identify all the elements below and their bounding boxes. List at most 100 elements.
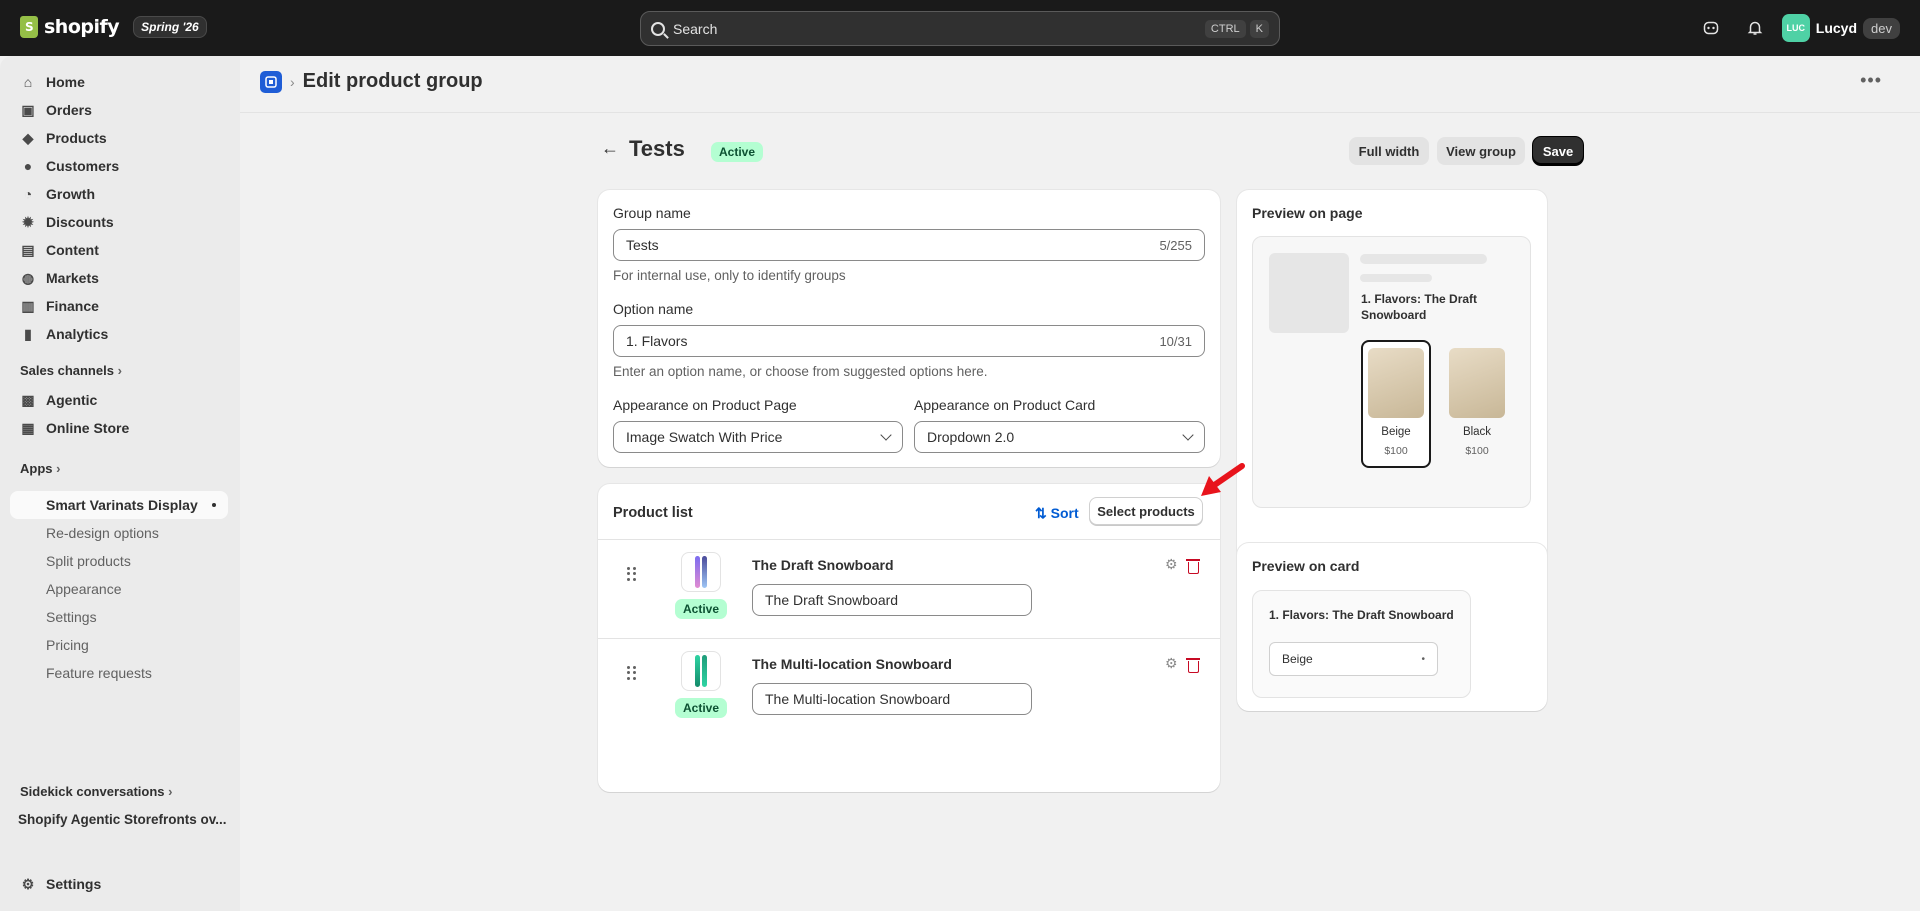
top-bar: shopify Spring '26 Search CTRL K LUC Luc… <box>0 0 1920 56</box>
row-divider <box>598 539 1220 540</box>
gear-icon[interactable]: ⚙ <box>1165 655 1178 672</box>
option-name-help: Enter an option name, or choose from sug… <box>613 364 988 379</box>
sidebar-item-finance[interactable]: ▥ Finance <box>10 292 228 320</box>
sidebar: ⌂ Home ▣ Orders ◆ Products ● Customers ◔ Grow… <box>0 56 240 911</box>
growth-icon: ◔ <box>23 186 33 202</box>
chevron-down-icon <box>880 429 892 441</box>
sidebar-item-split-products[interactable]: Split products <box>10 547 228 575</box>
select-products-button[interactable]: Select products <box>1089 497 1203 525</box>
more-actions-icon[interactable]: ••• <box>1860 70 1882 91</box>
option-value-field[interactable]: The Draft Snowboard <box>752 584 1032 616</box>
shopify-logo[interactable]: shopify Spring '26 <box>20 16 207 38</box>
sort-icon: ⇅ <box>1035 505 1047 521</box>
view-group-button[interactable]: View group <box>1437 137 1525 165</box>
agentic-icon: ▩ <box>21 391 35 408</box>
sidekick-icon[interactable] <box>1694 12 1728 44</box>
store-badge: dev <box>1863 17 1900 39</box>
sidebar-item-discounts[interactable]: ✹ Discounts <box>10 208 228 236</box>
appearance-page-select[interactable]: Image Swatch With Price <box>613 421 903 453</box>
snowboard-image <box>695 556 700 588</box>
preview-page-title: Preview on page <box>1252 205 1363 221</box>
sales-channels-heading[interactable]: Sales channels › <box>20 363 122 378</box>
sidebar-item-label: Home <box>46 74 85 90</box>
sidebar-item-smart-variants-display[interactable]: Smart Varinats Display <box>10 491 228 519</box>
sidekick-conversations-heading[interactable]: Sidekick conversations › <box>20 784 172 799</box>
storefront-icon: ▦ <box>21 419 35 436</box>
sidebar-item-home[interactable]: ⌂ Home <box>10 68 228 96</box>
shopify-bag-icon <box>20 16 38 38</box>
shortcut-k: K <box>1249 19 1269 38</box>
option-value-field[interactable]: The Multi-location Snowboard <box>752 683 1032 715</box>
swatch-image <box>1449 348 1505 418</box>
sidebar-item-analytics[interactable]: ▮ Analytics <box>10 320 228 348</box>
gear-icon[interactable]: ⚙ <box>1165 556 1178 573</box>
account-menu[interactable]: LUC Lucyd dev <box>1781 14 1900 42</box>
release-badge[interactable]: Spring '26 <box>133 16 207 38</box>
preview-page-box: 1. Flavors: The Draft Snowboard Beige $1… <box>1252 236 1531 508</box>
sidebar-item-label: Re-design options <box>46 525 159 541</box>
preview-card-card: Preview on card 1. Flavors: The Draft Sn… <box>1237 543 1547 711</box>
sidebar-item-content[interactable]: ▤ Content <box>10 236 228 264</box>
preview-variant-select[interactable]: Beige • <box>1269 642 1438 676</box>
apps-heading[interactable]: Apps › <box>20 461 60 476</box>
option-name-counter: 10/31 <box>1159 333 1192 349</box>
sidebar-item-settings[interactable]: ⚙ Settings <box>10 870 228 898</box>
sidebar-item-orders[interactable]: ▣ Orders <box>10 96 228 124</box>
option-name-field[interactable]: 1. Flavors 10/31 <box>613 325 1205 357</box>
trash-icon[interactable] <box>1186 559 1200 574</box>
sidebar-item-label: Products <box>46 130 107 146</box>
sidebar-item-online-store[interactable]: ▦ Online Store <box>10 414 228 442</box>
sidebar-item-redesign-options[interactable]: Re-design options <box>10 519 228 547</box>
swatch-price: $100 <box>1465 445 1489 457</box>
search-placeholder: Search <box>673 20 718 37</box>
pin-dot-icon <box>212 503 216 507</box>
sidebar-item-customers[interactable]: ● Customers <box>10 152 228 180</box>
option-value: The Draft Snowboard <box>765 592 899 608</box>
sidebar-item-app-settings[interactable]: Settings <box>10 603 228 631</box>
sidebar-item-growth[interactable]: ◔ Growth <box>10 180 228 208</box>
sidebar-item-agentic[interactable]: ▩ Agentic <box>10 386 228 414</box>
drag-handle-icon[interactable] <box>627 567 637 581</box>
sidebar-item-label: Orders <box>46 102 92 118</box>
group-title-row: ← Tests Active Full width View group Sav… <box>597 136 1583 166</box>
sort-button[interactable]: ⇅ Sort <box>1035 505 1079 522</box>
shortcut-ctrl: CTRL <box>1204 19 1246 38</box>
avatar: LUC <box>1781 14 1810 42</box>
group-name-field[interactable]: Tests 5/255 <box>613 229 1205 261</box>
drag-handle-icon[interactable] <box>627 666 637 680</box>
sidebar-item-label: Smart Varinats Display <box>46 497 198 513</box>
app-icon[interactable] <box>260 70 282 93</box>
product-list-title: Product list <box>613 505 693 521</box>
swatch-black[interactable]: Black $100 <box>1442 340 1512 468</box>
full-width-button[interactable]: Full width <box>1349 137 1429 165</box>
sidebar-item-products[interactable]: ◆ Products <box>10 124 228 152</box>
preview-variant-value: Beige <box>1282 652 1313 666</box>
image-placeholder <box>1269 253 1349 333</box>
sidebar-item-feature-requests[interactable]: Feature requests <box>10 659 228 687</box>
content-icon: ▤ <box>21 241 35 258</box>
sidebar-item-label: Markets <box>46 270 99 286</box>
save-button[interactable]: Save <box>1533 137 1583 165</box>
trash-icon[interactable] <box>1186 658 1200 673</box>
sidebar-item-markets[interactable]: ◍ Markets <box>10 264 228 292</box>
swatch-label: Black <box>1462 426 1492 438</box>
bell-icon[interactable] <box>1738 12 1772 44</box>
sidebar-item-appearance[interactable]: Appearance <box>10 575 228 603</box>
swatch-beige[interactable]: Beige $100 <box>1361 340 1431 468</box>
back-arrow-icon[interactable]: ← <box>601 138 619 159</box>
breadcrumb-separator: › <box>290 73 295 90</box>
text-placeholder <box>1360 274 1432 282</box>
sidebar-item-label: Agentic <box>46 392 98 408</box>
search-icon <box>651 21 665 36</box>
sidekick-conversation-item[interactable]: Shopify Agentic Storefronts ov... <box>18 812 227 827</box>
page-title: Edit product group <box>302 70 483 92</box>
preview-page-card: Preview on page 1. Flavors: The Draft Sn… <box>1237 190 1547 579</box>
appearance-page-label: Appearance on Product Page <box>613 397 797 413</box>
sidebar-item-label: Settings <box>46 609 97 625</box>
group-name-label: Group name <box>613 205 691 221</box>
bank-icon: ▥ <box>21 297 35 314</box>
search-bar[interactable]: Search CTRL K <box>640 11 1280 46</box>
sidebar-item-pricing[interactable]: Pricing <box>10 631 228 659</box>
header-divider <box>240 112 1920 113</box>
appearance-card-select[interactable]: Dropdown 2.0 <box>914 421 1205 453</box>
